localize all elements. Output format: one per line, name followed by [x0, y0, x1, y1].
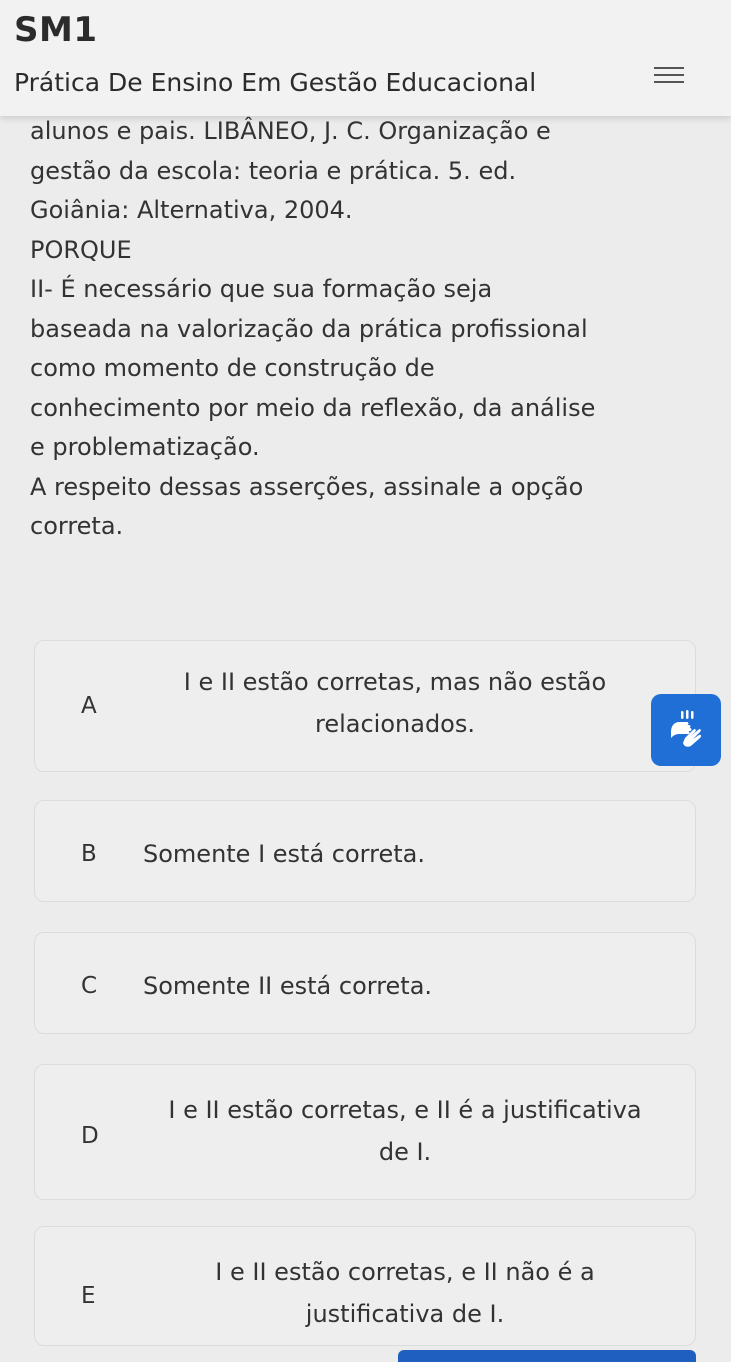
option-letter: C	[81, 973, 98, 999]
option-text: Somente II está correta.	[143, 972, 433, 1000]
question-line: e problematização.	[30, 433, 260, 461]
option-text-line: relacionados.	[315, 710, 475, 738]
question-line: correta.	[30, 512, 124, 540]
course-title: Prática De Ensino Em Gestão Educacional	[14, 68, 537, 97]
option-letter: A	[81, 693, 97, 719]
question-line: PORQUE	[30, 235, 132, 264]
question-line: conhecimento por meio da reflexão, da an…	[30, 393, 596, 422]
question-text: alunos e pais. LIBÂNEO, J. C. Organizaçã…	[30, 112, 700, 547]
option-text: I e II estão corretas, e II não é a just…	[145, 1251, 665, 1335]
option-letter: E	[81, 1283, 96, 1309]
question-line: alunos e pais. LIBÂNEO, J. C. Organizaçã…	[30, 117, 551, 145]
question-line: gestão da escola: teoria e prática. 5. e…	[30, 156, 517, 185]
option-text: I e II estão corretas, e II é a justific…	[135, 1089, 675, 1173]
question-line: A respeito dessas asserções, assinale a …	[30, 472, 584, 501]
question-line: II- É necessário que sua formação seja	[30, 275, 493, 303]
option-c[interactable]: C Somente II está correta.	[34, 932, 696, 1034]
question-line: baseada na valorização da prática profis…	[30, 314, 588, 343]
question-line: como momento de construção de	[30, 354, 435, 382]
sign-language-hands-icon	[671, 710, 702, 747]
app-header: SM1 Prática De Ensino Em Gestão Educacio…	[0, 0, 731, 116]
option-b[interactable]: B Somente I está correta.	[34, 800, 696, 902]
menu-button[interactable]	[654, 62, 686, 90]
app-title: SM1	[14, 10, 98, 50]
hamburger-menu-icon	[654, 67, 686, 83]
option-d[interactable]: D I e II estão corretas, e II é a justif…	[34, 1064, 696, 1200]
option-text-line: I e II estão corretas, e II não é a	[215, 1258, 595, 1286]
option-text-line: justificativa de I.	[305, 1300, 505, 1328]
option-text: Somente I está correta.	[143, 840, 425, 868]
option-text: I e II estão corretas, mas não estão rel…	[145, 661, 645, 745]
option-text-line: I e II estão corretas, mas não estão	[183, 668, 607, 696]
option-text-line: de I.	[378, 1138, 432, 1166]
question-line: Goiânia: Alternativa, 2004.	[30, 196, 353, 224]
option-letter: D	[81, 1123, 99, 1149]
bottom-action-bar[interactable]	[398, 1350, 696, 1362]
option-text-line: I e II estão corretas, e II é a justific…	[168, 1096, 642, 1124]
option-letter: B	[81, 841, 97, 867]
accessibility-libras-button[interactable]	[651, 694, 721, 766]
option-a[interactable]: A I e II estão corretas, mas não estão r…	[34, 640, 696, 772]
option-e[interactable]: E I e II estão corretas, e II não é a ju…	[34, 1226, 696, 1346]
